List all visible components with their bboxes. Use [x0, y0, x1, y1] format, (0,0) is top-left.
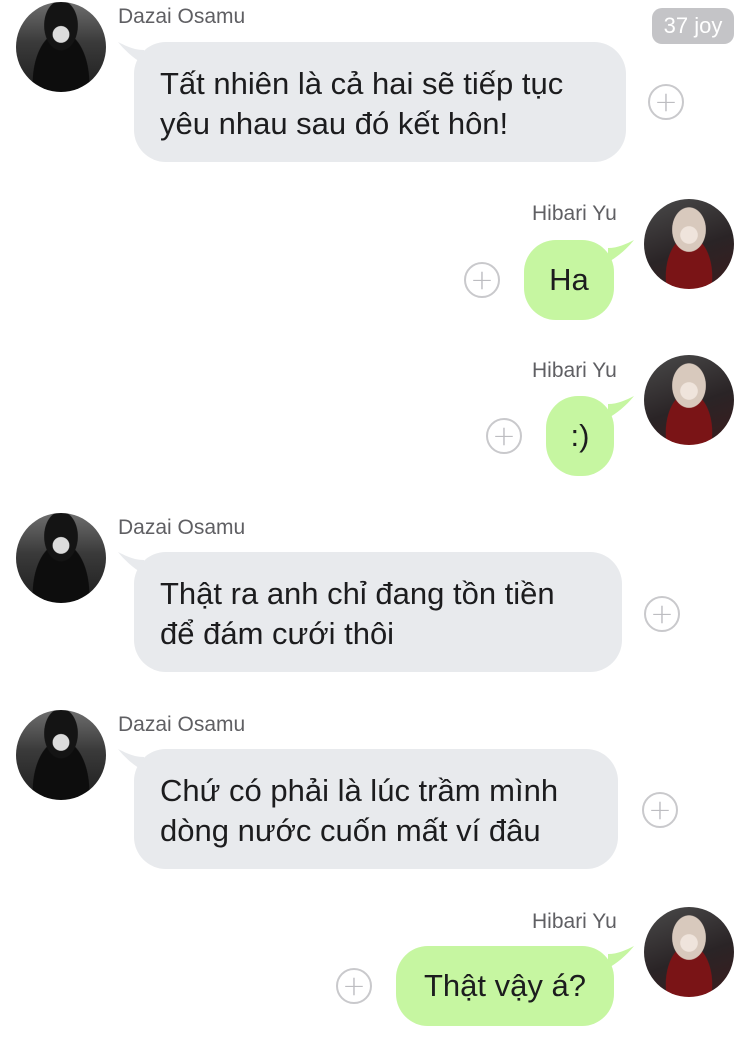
sender-name: Dazai Osamu: [118, 713, 246, 736]
avatar-dazai[interactable]: [16, 2, 106, 92]
add-reaction-icon[interactable]: +: [648, 84, 684, 120]
bubble-tail: [608, 946, 634, 968]
avatar-hibari[interactable]: [644, 199, 734, 289]
message-bubble[interactable]: Ha: [524, 240, 614, 320]
message-text-line: dòng nước cuốn mất ví đâu: [160, 813, 541, 848]
add-reaction-icon[interactable]: +: [642, 792, 678, 828]
sender-name: Dazai Osamu: [118, 516, 246, 539]
message-bubble[interactable]: Thật ra anh chỉ đang tồn tiền để đám cướ…: [134, 552, 622, 672]
message-text-line: :): [570, 418, 590, 453]
sender-name: Hibari Yu: [532, 359, 617, 382]
sender-name: Hibari Yu: [532, 202, 617, 225]
message-bubble[interactable]: :): [546, 396, 614, 476]
avatar-dazai[interactable]: [16, 513, 106, 603]
message-text-line: yêu nhau sau đó kết hôn!: [160, 106, 509, 141]
add-reaction-icon[interactable]: +: [644, 596, 680, 632]
sender-name: Dazai Osamu: [118, 5, 246, 28]
message-text-line: Thật vậy á?: [424, 968, 586, 1003]
message-text-line: Chứ có phải là lúc trầm mình: [160, 773, 559, 808]
bubble-tail: [608, 396, 634, 418]
avatar-hibari[interactable]: [644, 907, 734, 997]
message-bubble[interactable]: Thật vậy á?: [396, 946, 614, 1026]
unread-count-badge: 37 joy: [652, 8, 734, 44]
message-text-line: Ha: [549, 262, 589, 297]
add-reaction-icon[interactable]: +: [464, 262, 500, 298]
add-reaction-icon[interactable]: +: [336, 968, 372, 1004]
sender-name: Hibari Yu: [532, 910, 617, 933]
add-reaction-icon[interactable]: +: [486, 418, 522, 454]
avatar-hibari[interactable]: [644, 355, 734, 445]
message-text-line: Thật ra anh chỉ đang tồn tiền: [160, 576, 555, 611]
message-bubble[interactable]: Tất nhiên là cả hai sẽ tiếp tục yêu nhau…: [134, 42, 626, 162]
avatar-dazai[interactable]: [16, 710, 106, 800]
message-text-line: để đám cưới thôi: [160, 616, 395, 651]
message-bubble[interactable]: Chứ có phải là lúc trầm mình dòng nước c…: [134, 749, 618, 869]
message-text-line: Tất nhiên là cả hai sẽ tiếp tục: [160, 66, 564, 101]
bubble-tail: [608, 240, 634, 262]
